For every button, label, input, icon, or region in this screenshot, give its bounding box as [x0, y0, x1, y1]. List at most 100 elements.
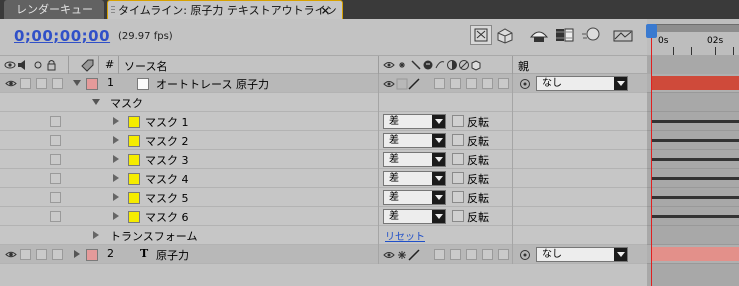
mask-mode-dropdown[interactable]: 差	[383, 171, 446, 186]
mask-invert-checkbox[interactable]	[452, 172, 464, 184]
chevron-down-icon[interactable]	[432, 172, 445, 185]
chevron-down-icon[interactable]	[432, 115, 445, 128]
tab-timeline[interactable]: タイムライン: 原子力 テキストアウトライン ×	[107, 0, 343, 19]
tab-render-queue[interactable]: レンダーキュー	[4, 0, 104, 19]
mask-expand-arrow[interactable]	[113, 212, 119, 220]
mask-row[interactable]: マスク 4 差 反転	[0, 169, 647, 188]
mask-row[interactable]: マスク 6 差 反転	[0, 207, 647, 226]
layer-duration-row[interactable]	[647, 245, 739, 264]
lock-toggle[interactable]	[50, 116, 61, 127]
mask-mode-dropdown[interactable]: 差	[383, 114, 446, 129]
column-number[interactable]: #	[105, 58, 114, 71]
layer-duration-row[interactable]	[647, 74, 739, 93]
switch-box[interactable]	[466, 78, 477, 89]
pick-whip-icon[interactable]	[519, 249, 531, 261]
mask-group-expand-arrow[interactable]	[92, 99, 100, 105]
mask-color-swatch[interactable]	[128, 135, 140, 147]
layer-duration-bar[interactable]	[652, 247, 739, 261]
timeline-graph[interactable]: 0s 02s	[647, 19, 739, 286]
mask-invert-checkbox[interactable]	[452, 191, 464, 203]
transform-group-row[interactable]: トランスフォーム リセット	[0, 226, 647, 245]
time-navigator[interactable]	[652, 24, 739, 32]
mask-name[interactable]: マスク 2	[145, 133, 189, 149]
column-parent[interactable]: 親	[518, 58, 529, 74]
layer-label-color[interactable]	[86, 249, 98, 261]
mask-name[interactable]: マスク 4	[145, 171, 189, 187]
graph-editor-button[interactable]	[612, 25, 634, 45]
layer-expand-arrow[interactable]	[73, 80, 81, 86]
mask-expand-arrow[interactable]	[113, 193, 119, 201]
close-icon[interactable]: ×	[321, 1, 330, 20]
layer-name[interactable]: 原子力	[156, 247, 189, 263]
transform-expand-arrow[interactable]	[93, 231, 99, 239]
mask-group-row[interactable]: マスク	[0, 93, 647, 112]
switch-box[interactable]	[466, 249, 477, 260]
audio-toggle[interactable]	[20, 78, 31, 89]
hide-shy-layers-button[interactable]	[528, 25, 550, 45]
switch-box[interactable]	[450, 249, 461, 260]
mask-color-swatch[interactable]	[128, 211, 140, 223]
parent-dropdown[interactable]: なし	[536, 76, 628, 91]
chevron-down-icon[interactable]	[432, 153, 445, 166]
lock-toggle[interactable]	[50, 192, 61, 203]
chevron-down-icon[interactable]	[432, 134, 445, 147]
mask-mode-dropdown[interactable]: 差	[383, 133, 446, 148]
mask-row[interactable]: マスク 1 差 反転	[0, 112, 647, 131]
mask-mode-dropdown[interactable]: 差	[383, 152, 446, 167]
layer-duration-bar[interactable]	[652, 76, 739, 90]
chevron-down-icon[interactable]	[432, 210, 445, 223]
mask-mode-dropdown[interactable]: 差	[383, 209, 446, 224]
mask-color-swatch[interactable]	[128, 116, 140, 128]
layer-expand-arrow[interactable]	[74, 250, 80, 258]
lock-toggle[interactable]	[50, 154, 61, 165]
lock-toggle[interactable]	[50, 135, 61, 146]
switch-box[interactable]	[434, 78, 445, 89]
switch-box[interactable]	[482, 78, 493, 89]
frame-blending-button[interactable]	[554, 25, 576, 45]
switch-box[interactable]	[482, 249, 493, 260]
mask-expand-arrow[interactable]	[113, 136, 119, 144]
playhead-handle[interactable]	[646, 24, 657, 38]
playhead-line[interactable]	[651, 24, 652, 286]
mask-row[interactable]: マスク 2 差 反転	[0, 131, 647, 150]
motion-blur-button[interactable]	[580, 25, 602, 45]
time-ruler[interactable]: 0s 02s	[647, 19, 739, 55]
layer-row-1[interactable]: 1 オートトレース 原子力 なし	[0, 74, 647, 93]
current-time-display[interactable]: 0;00;00;00	[14, 27, 110, 45]
mask-name[interactable]: マスク 6	[145, 209, 189, 225]
mask-invert-checkbox[interactable]	[452, 210, 464, 222]
switch-box[interactable]	[450, 78, 461, 89]
chevron-down-icon[interactable]	[432, 191, 445, 204]
tab-grip-icon[interactable]	[111, 6, 115, 15]
solo-toggle[interactable]	[36, 249, 47, 260]
mask-invert-checkbox[interactable]	[452, 153, 464, 165]
layer-name[interactable]: オートトレース 原子力	[156, 76, 269, 92]
mask-row[interactable]: マスク 5 差 反転	[0, 188, 647, 207]
switch-box[interactable]	[434, 249, 445, 260]
mask-name[interactable]: マスク 5	[145, 190, 189, 206]
mask-row[interactable]: マスク 3 差 反転	[0, 150, 647, 169]
comp-mini-flowchart-button[interactable]	[470, 25, 492, 45]
column-source-name[interactable]: ソース名	[124, 58, 167, 74]
mask-color-swatch[interactable]	[128, 173, 140, 185]
mask-name[interactable]: マスク 1	[145, 114, 189, 130]
switch-box[interactable]	[498, 249, 509, 260]
mask-invert-checkbox[interactable]	[452, 134, 464, 146]
solo-toggle[interactable]	[36, 78, 47, 89]
mask-expand-arrow[interactable]	[113, 155, 119, 163]
lock-toggle[interactable]	[50, 211, 61, 222]
pick-whip-icon[interactable]	[519, 78, 531, 90]
mask-expand-arrow[interactable]	[113, 174, 119, 182]
layer-row-2[interactable]: 2 T 原子力 なし	[0, 245, 647, 264]
layer-label-color[interactable]	[86, 78, 98, 90]
transform-reset-link[interactable]: リセット	[385, 228, 425, 243]
mask-name[interactable]: マスク 3	[145, 152, 189, 168]
lock-toggle[interactable]	[52, 78, 63, 89]
mask-color-swatch[interactable]	[128, 192, 140, 204]
mask-color-swatch[interactable]	[128, 154, 140, 166]
layer-switch-icons[interactable]	[383, 78, 423, 90]
audio-toggle[interactable]	[20, 249, 31, 260]
switch-box[interactable]	[498, 78, 509, 89]
layer-switch-icons[interactable]	[383, 249, 423, 261]
lock-toggle[interactable]	[52, 249, 63, 260]
